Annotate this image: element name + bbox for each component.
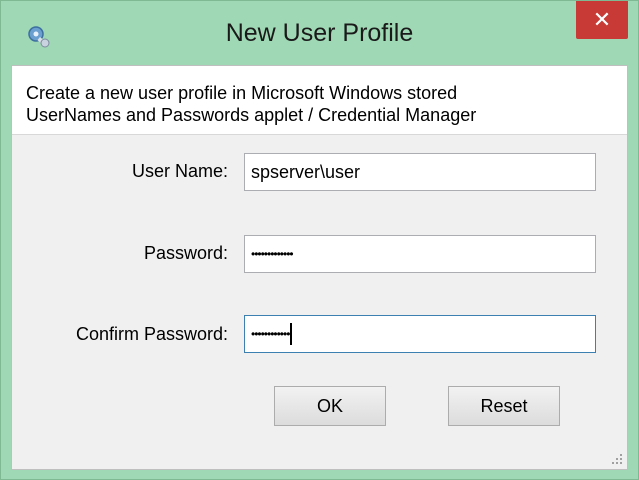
window-title: New User Profile bbox=[225, 19, 414, 47]
ok-button[interactable]: OK bbox=[274, 386, 386, 426]
username-field[interactable]: spserver\user bbox=[244, 153, 596, 191]
dialog-body: Create a new user profile in Microsoft W… bbox=[11, 65, 628, 470]
dialog-window: New User Profile ✕ Create a new user pro… bbox=[0, 0, 639, 480]
close-button[interactable]: ✕ bbox=[576, 1, 628, 39]
username-label: User Name: bbox=[131, 161, 228, 181]
password-field[interactable]: ••••••••••••• bbox=[244, 235, 596, 273]
confirm-password-value: •••••••••••• bbox=[251, 327, 290, 341]
text-caret bbox=[290, 323, 293, 345]
description-line-2: UserNames and Passwords applet / Credent… bbox=[26, 105, 477, 125]
password-value: ••••••••••••• bbox=[251, 247, 294, 261]
description-text: Create a new user profile in Microsoft W… bbox=[26, 82, 476, 126]
confirm-password-field[interactable]: •••••••••••• bbox=[244, 315, 596, 353]
confirm-password-label: Confirm Password: bbox=[75, 324, 228, 344]
resize-grip-icon[interactable] bbox=[611, 453, 623, 465]
title-bar[interactable]: New User Profile ✕ bbox=[1, 1, 638, 65]
username-value: spserver\user bbox=[251, 161, 361, 182]
description-line-1: Create a new user profile in Microsoft W… bbox=[26, 83, 458, 103]
password-label: Password: bbox=[143, 243, 228, 263]
close-icon: ✕ bbox=[592, 7, 612, 33]
description-banner: Create a new user profile in Microsoft W… bbox=[12, 66, 627, 135]
reset-button[interactable]: Reset bbox=[448, 386, 560, 426]
